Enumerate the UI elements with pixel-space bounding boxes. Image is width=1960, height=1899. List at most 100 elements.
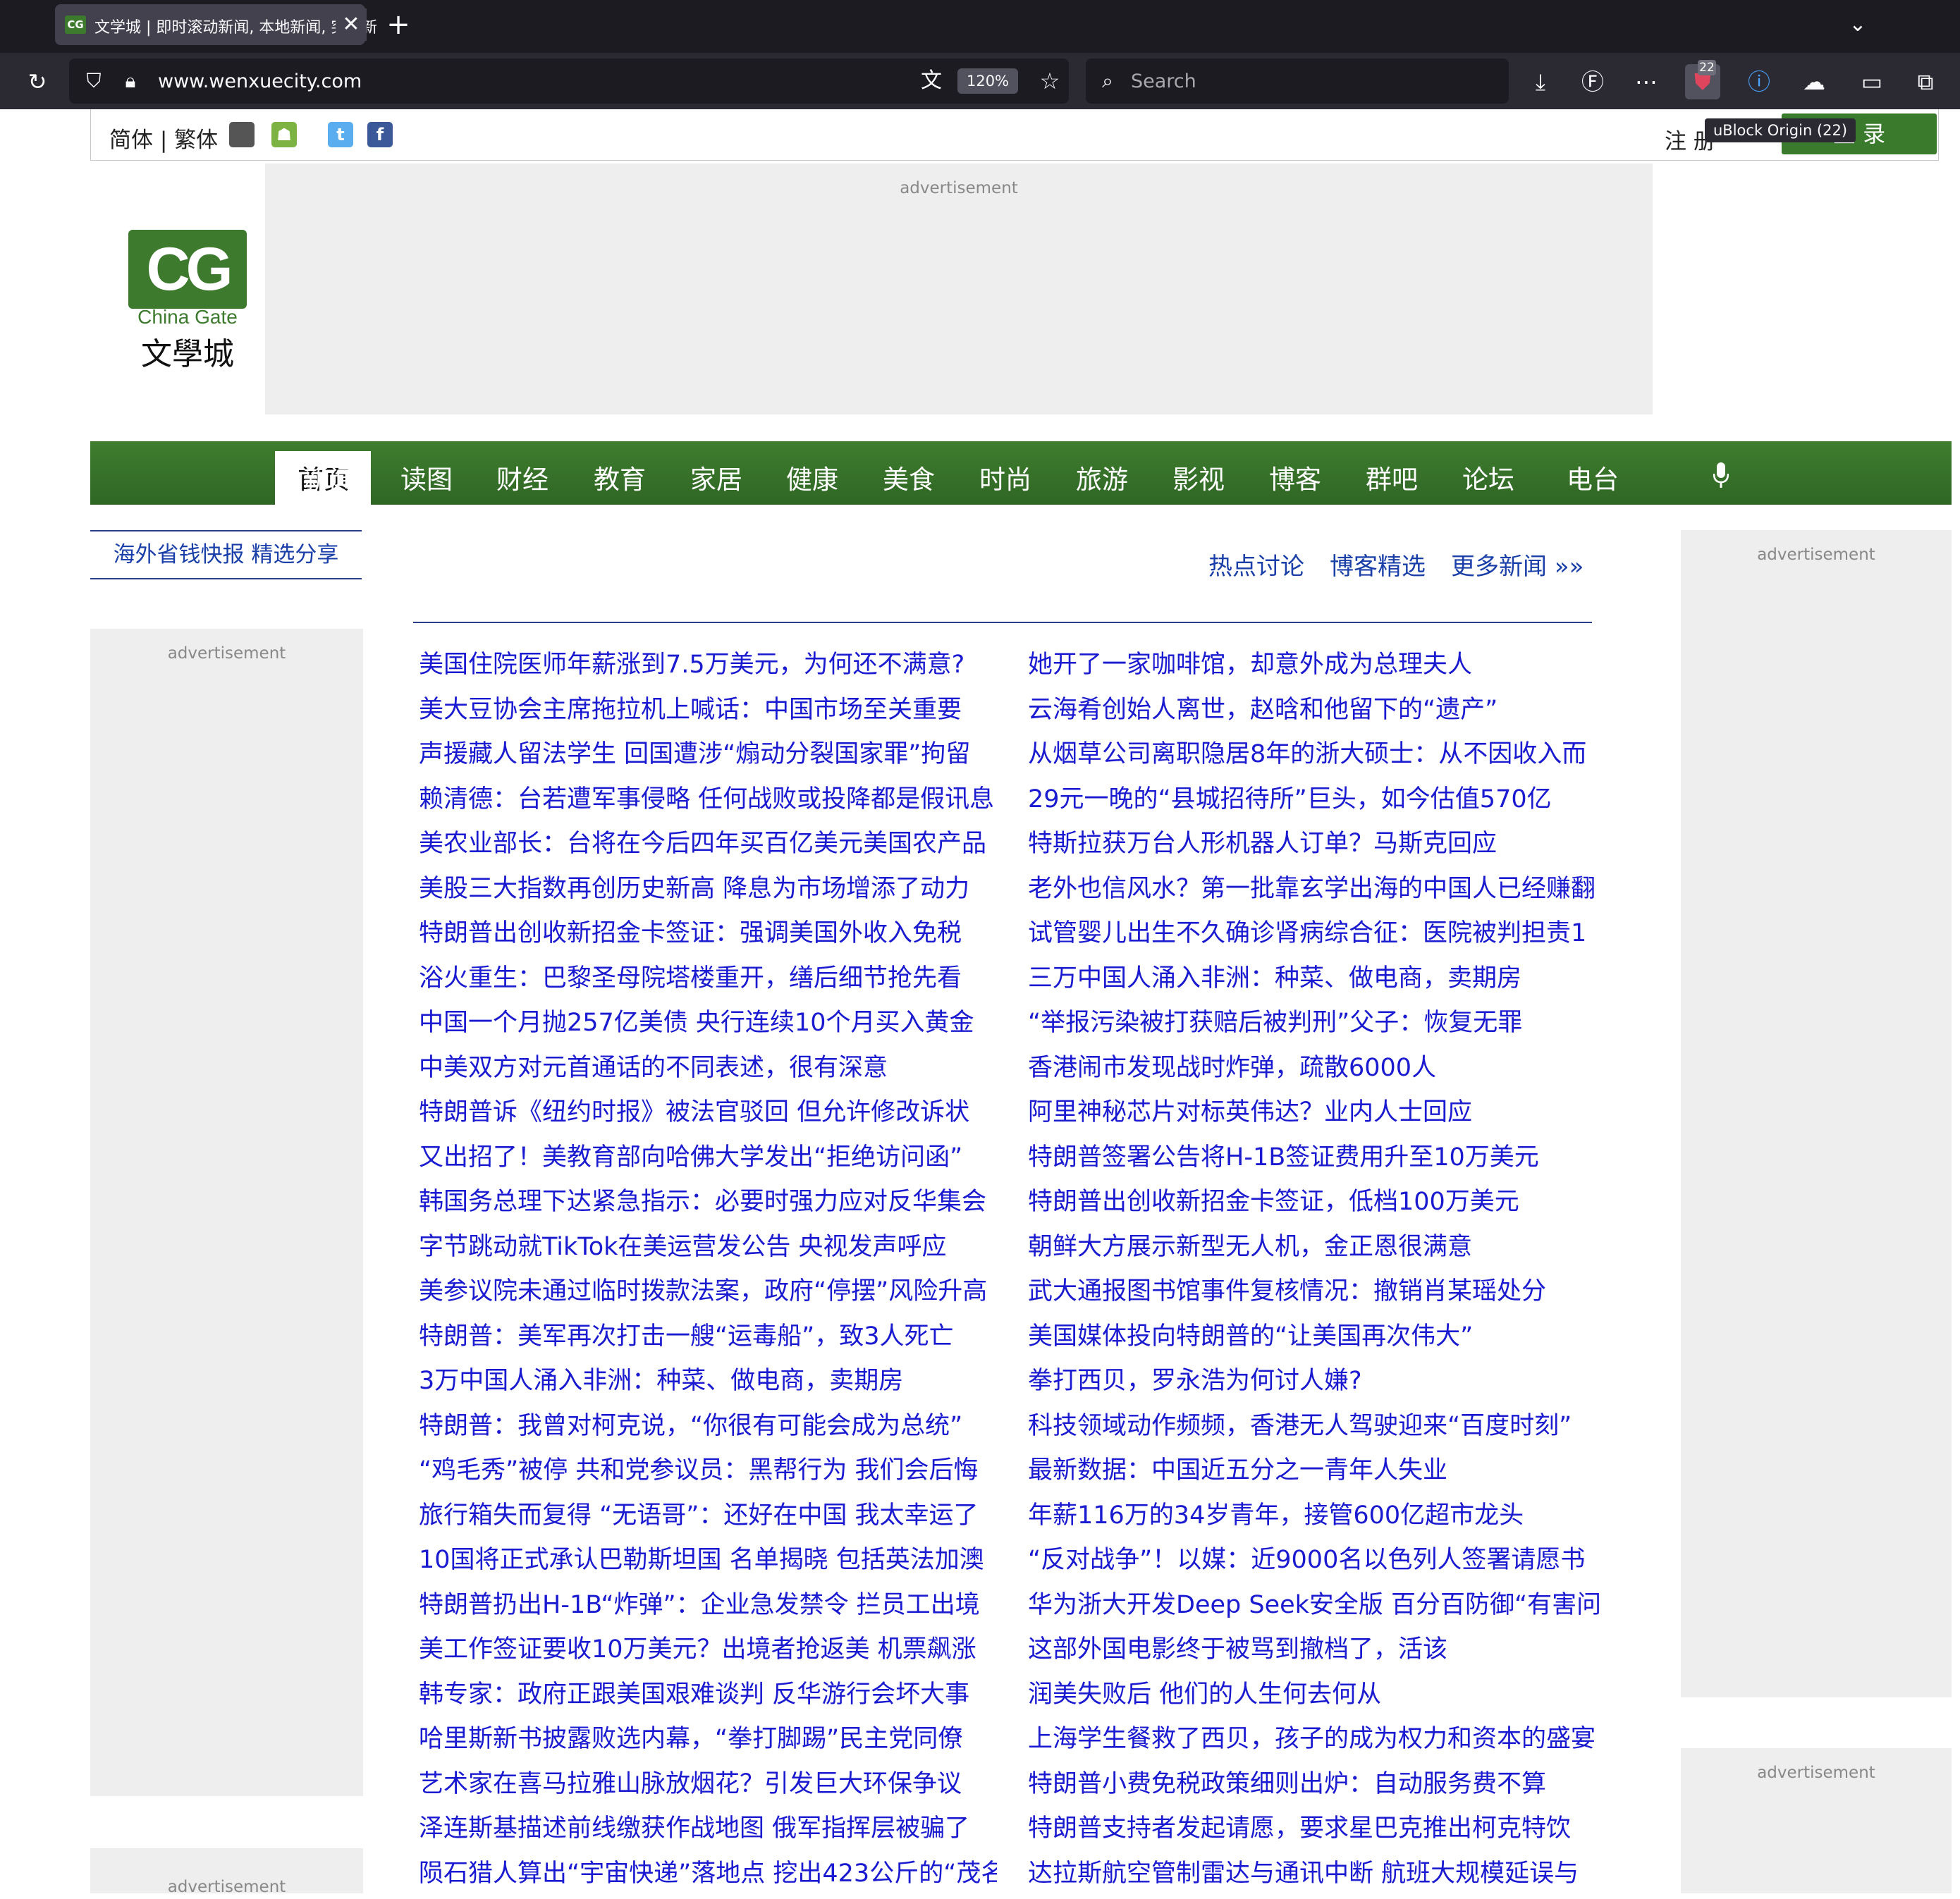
bookmark-star-icon[interactable]: ☆ — [1032, 63, 1067, 99]
nav-tab-finance[interactable]: 财经 — [496, 458, 549, 496]
translate-icon[interactable]: 文 — [914, 63, 949, 99]
nav-tab-pictures[interactable]: 读图 — [400, 458, 453, 496]
news-headline-link[interactable]: 美国媒体投向特朗普的“让美国再次伟大” — [1028, 1317, 1599, 1363]
tab-close-icon[interactable]: ✕ — [336, 8, 367, 41]
address-bar[interactable]: ⛉ 🔒︎ www.wenxuecity.com 文 120% ☆ — [69, 59, 1069, 104]
folder-icon[interactable]: ▭ — [1854, 64, 1889, 99]
ublock-origin-icon[interactable]: ⛊ 22 — [1685, 64, 1720, 99]
news-headline-link[interactable]: “举报污染被打获赔后被判刑”父子：恢复无罪 — [1028, 1004, 1599, 1049]
news-headline-link[interactable]: 美大豆协会主席拖拉机上喊话：中国市场至关重要 — [419, 691, 997, 736]
news-headline-link[interactable]: 朝鲜大方展示新型无人机，金正恩很满意 — [1028, 1228, 1599, 1273]
news-headline-link[interactable]: 旅行箱失而复得 “无语哥”：还好在中国 我太幸运了 — [419, 1497, 997, 1542]
news-headline-link[interactable]: 特朗普出创收新招金卡签证：强调美国外收入免税 — [419, 914, 997, 959]
hot-discussion-link[interactable]: 热点讨论 — [1208, 553, 1304, 581]
news-headline-link[interactable]: 年薪116万的34岁青年，接管600亿超市龙头 — [1028, 1497, 1599, 1542]
news-headline-link[interactable]: 声援藏人留法学生 回国遭涉“煽动分裂国家罪”拘留 — [419, 735, 997, 780]
news-headline-link[interactable]: “鸡毛秀”被停 共和党参议员：黑帮行为 我们会后悔 — [419, 1451, 997, 1497]
news-headline-link[interactable]: 字节跳动就TikTok在美运营发公告 央视发声呼应 — [419, 1228, 997, 1273]
news-headline-link[interactable]: 韩专家：政府正跟美国艰难谈判 反华游行会坏大事 — [419, 1676, 997, 1721]
news-headline-link[interactable]: 美农业部长：台将在今后四年买百亿美元美国农产品 — [419, 825, 997, 870]
android-app-icon[interactable]: ☗ — [271, 122, 297, 147]
list-all-tabs-chevron-icon[interactable]: ⌄ — [1840, 7, 1875, 42]
news-headline-link[interactable]: 最新数据：中国近五分之一青年人失业 — [1028, 1451, 1599, 1497]
news-headline-link[interactable]: 美工作签证要收10万美元？出境者抢返美 机票飙涨 — [419, 1630, 997, 1676]
news-headline-link[interactable]: 特朗普：我曾对柯克说，“你很有可能会成为总统” — [419, 1407, 997, 1452]
news-headline-link[interactable]: 3万中国人涌入非洲：种菜、做电商，卖期房 — [419, 1362, 997, 1407]
news-headline-link[interactable]: 特朗普支持者发起请愿，要求星巴克推出柯克特饮 — [1028, 1809, 1599, 1855]
news-headline-link[interactable]: 润美失败后 他们的人生何去何从 — [1028, 1676, 1599, 1721]
news-headline-link[interactable]: 她开了一家咖啡馆，却意外成为总理夫人 — [1028, 646, 1599, 691]
lock-icon[interactable]: 🔒︎ — [113, 63, 148, 99]
extension-password-icon[interactable]: ⋯ — [1629, 64, 1664, 99]
nav-tab-food[interactable]: 美食 — [883, 458, 935, 496]
news-headline-link[interactable]: 艺术家在喜马拉雅山脉放烟花？引发巨大环保争议 — [419, 1765, 997, 1810]
right-sidebar-ad[interactable]: advertisement — [1681, 530, 1952, 1697]
deals-link[interactable]: 海外省钱快报 精选分享 — [90, 530, 362, 579]
news-headline-link[interactable]: 特朗普扔出H-1B“炸弹”：企业急发禁令 拦员工出境 — [419, 1586, 997, 1631]
news-headline-link[interactable]: 中国一个月抛257亿美债 央行连续10个月买入黄金 — [419, 1004, 997, 1049]
downloads-icon[interactable]: ⤓ — [1523, 64, 1558, 99]
news-headline-link[interactable]: 达拉斯航空管制雷达与通讯中断 航班大规模延误与 — [1028, 1855, 1599, 1899]
reload-icon[interactable]: ↻ — [20, 64, 55, 99]
news-headline-link[interactable]: 从烟草公司离职隐居8年的浙大硕士：从不因收入而 — [1028, 735, 1599, 780]
nav-tab-fashion[interactable]: 时尚 — [979, 458, 1031, 496]
nav-tab-health[interactable]: 健康 — [786, 458, 838, 496]
news-headline-link[interactable]: 特朗普诉《纽约时报》被法官驳回 但允许修改诉状 — [419, 1093, 997, 1138]
nav-tab-home-living[interactable]: 家居 — [690, 458, 742, 496]
news-headline-link[interactable]: 29元一晚的“县城招待所”巨头，如今估值570亿 — [1028, 780, 1599, 825]
extension-f-icon[interactable]: Ⓕ — [1575, 64, 1610, 99]
news-headline-link[interactable]: 特朗普出创收新招金卡签证，低档100万美元 — [1028, 1183, 1599, 1228]
new-tab-button[interactable]: + — [381, 7, 416, 42]
news-headline-link[interactable]: 陨石猎人算出“宇宙快递”落地点 挖出423公斤的“茂名 — [419, 1855, 997, 1899]
site-logo[interactable]: CG China Gate 文學城 — [125, 227, 250, 365]
twitter-icon[interactable]: t — [328, 122, 353, 147]
news-headline-link[interactable]: 浴火重生：巴黎圣母院塔楼重开，缮后细节抢先看 — [419, 959, 997, 1004]
news-headline-link[interactable]: 泽连斯基描述前线缴获作战地图 俄军指挥层被骗了 — [419, 1809, 997, 1855]
news-headline-link[interactable]: 三万中国人涌入非洲：种菜、做电商，卖期房 — [1028, 959, 1599, 1004]
news-headline-link[interactable]: 美国住院医师年薪涨到7.5万美元，为何还不满意? — [419, 646, 997, 691]
search-input[interactable]: ⌕ Search — [1086, 59, 1509, 104]
news-headline-link[interactable]: 特朗普签署公告将H-1B签证费用升至10万美元 — [1028, 1138, 1599, 1184]
news-headline-link[interactable]: 试管婴儿出生不久确诊肾病综合征：医院被判担责1 — [1028, 914, 1599, 959]
nav-tab-film[interactable]: 影视 — [1172, 458, 1225, 496]
news-headline-link[interactable]: 特斯拉获万台人形机器人订单？马斯克回应 — [1028, 825, 1599, 870]
zoom-level-badge[interactable]: 120% — [957, 68, 1018, 94]
nav-tab-groups[interactable]: 群吧 — [1366, 458, 1418, 496]
header-ad[interactable]: advertisement — [265, 164, 1653, 414]
news-headline-link[interactable]: 老外也信风水？第一批靠玄学出海的中国人已经赚翻 — [1028, 870, 1599, 915]
news-headline-link[interactable]: 科技领域动作频频，香港无人驾驶迎来“百度时刻” — [1028, 1407, 1599, 1452]
news-headline-link[interactable]: 上海学生餐救了西贝，孩子的成为权力和资本的盛宴 — [1028, 1720, 1599, 1765]
nav-tab-travel[interactable]: 旅游 — [1076, 458, 1128, 496]
more-news-link[interactable]: 更多新闻 »» — [1451, 553, 1584, 581]
blog-picks-link[interactable]: 博客精选 — [1330, 553, 1426, 581]
extension-puzzle-icon[interactable]: ☁ — [1796, 64, 1832, 99]
news-headline-link[interactable]: 华为浙大开发Deep Seek安全版 百分百防御“有害问 — [1028, 1586, 1599, 1631]
news-headline-link[interactable]: 10国将正式承认巴勒斯坦国 名单揭晓 包括英法加澳 — [419, 1541, 997, 1586]
nav-tab-radio[interactable]: 电台 — [1567, 458, 1619, 496]
news-headline-link[interactable]: 赖清德：台若遭军事侵略 任何战败或投降都是假讯息 — [419, 780, 997, 825]
nav-tab-education[interactable]: 教育 — [594, 458, 646, 496]
facebook-icon[interactable]: f — [367, 122, 393, 147]
shield-icon[interactable]: ⛉ — [76, 63, 111, 99]
news-headline-link[interactable]: 中美双方对元首通话的不同表述，很有深意 — [419, 1049, 997, 1094]
extension-1password-icon[interactable]: ⓘ — [1741, 64, 1777, 99]
left-sidebar-ad-2[interactable]: advertisement — [90, 1848, 363, 1893]
news-headline-link[interactable]: 特朗普：美军再次打击一艘“运毒船”，致3人死亡 — [419, 1317, 997, 1363]
nav-tab-blog[interactable]: 博客 — [1269, 458, 1321, 496]
nav-tab-news[interactable]: 新闻 — [303, 458, 355, 496]
language-switch[interactable]: 简体 | 繁体 — [109, 122, 218, 154]
news-headline-link[interactable]: 武大通报图书馆事件复核情况：撤销肖某瑶处分 — [1028, 1272, 1599, 1317]
right-sidebar-ad-2[interactable]: advertisement — [1681, 1748, 1952, 1893]
extensions-icon[interactable]: ⧉ — [1908, 64, 1943, 99]
news-headline-link[interactable]: 云海肴创始人离世，赵晗和他留下的“遗产” — [1028, 691, 1599, 736]
news-headline-link[interactable]: 又出招了！美教育部向哈佛大学发出“拒绝访问函” — [419, 1138, 997, 1184]
news-headline-link[interactable]: 美股三大指数再创历史新高 降息为市场增添了动力 — [419, 870, 997, 915]
news-headline-link[interactable]: 阿里神秘芯片对标英伟达？业内人士回应 — [1028, 1093, 1599, 1138]
news-headline-link[interactable]: 哈里斯新书披露败选内幕，“拳打脚踢”民主党同僚 — [419, 1720, 997, 1765]
nav-tab-forum[interactable]: 论坛 — [1462, 458, 1514, 496]
news-headline-link[interactable]: 拳打西贝，罗永浩为何讨人嫌? — [1028, 1362, 1599, 1407]
news-headline-link[interactable]: 特朗普小费免税政策细则出炉：自动服务费不算 — [1028, 1765, 1599, 1810]
left-sidebar-ad[interactable]: advertisement — [90, 629, 363, 1796]
news-headline-link[interactable]: 这部外国电影终于被骂到撤档了，活该 — [1028, 1630, 1599, 1676]
news-headline-link[interactable]: “反对战争”！以媒：近9000名以色列人签署请愿书 — [1028, 1541, 1599, 1586]
